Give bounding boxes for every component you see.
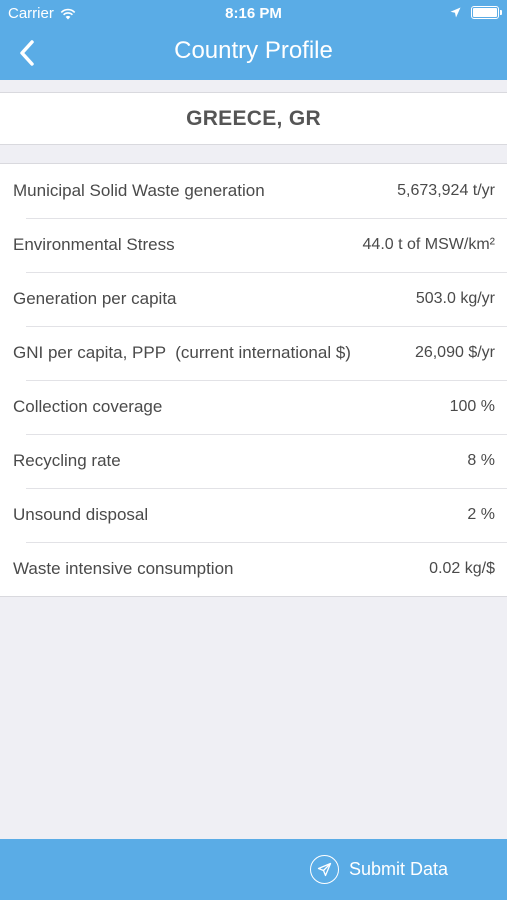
metric-row-environmental-stress: Environmental Stress 44.0 t of MSW/km²: [0, 218, 507, 272]
metric-value: 0.02 kg/$: [429, 560, 495, 577]
page-title: Country Profile: [174, 37, 333, 64]
metric-label: Recycling rate: [13, 451, 121, 470]
country-name: GREECE, GR: [186, 106, 321, 130]
metric-value: 503.0 kg/yr: [415, 290, 495, 307]
battery-icon: [471, 6, 502, 19]
metrics-table: Municipal Solid Waste generation 5,673,9…: [0, 163, 507, 597]
metric-row-unsound-disposal: Unsound disposal 2 %: [0, 488, 507, 542]
status-right-icons: [450, 6, 502, 19]
country-header: GREECE, GR: [0, 92, 507, 145]
location-arrow-icon: [450, 7, 461, 18]
metric-value: 2 %: [467, 506, 495, 523]
screen: Carrier 8:16 PM Country Profile GREECE, …: [0, 0, 507, 900]
metric-value: 5,673,924 t/yr: [397, 182, 495, 199]
submit-data-button[interactable]: Submit Data: [310, 854, 448, 885]
metric-row-msw-generation: Municipal Solid Waste generation 5,673,9…: [0, 164, 507, 218]
metric-label: Municipal Solid Waste generation: [13, 181, 265, 200]
metric-value: 44.0 t of MSW/km²: [362, 236, 495, 253]
metric-row-recycling-rate: Recycling rate 8 %: [0, 434, 507, 488]
submit-data-label: Submit Data: [349, 859, 449, 879]
top-bar: Carrier 8:16 PM Country Profile: [0, 0, 507, 80]
bottom-toolbar: Submit Data: [0, 839, 507, 900]
metric-label: Environmental Stress: [13, 235, 175, 254]
metric-label: Unsound disposal: [13, 505, 149, 524]
metric-row-gni-per-capita: GNI per capita, PPP (current internation…: [0, 326, 507, 380]
paper-plane-icon: [310, 855, 339, 884]
metric-label: Generation per capita: [13, 289, 177, 308]
metric-value: 26,090 $/yr: [414, 344, 495, 361]
metric-label: Waste intensive consumption: [13, 559, 234, 578]
metric-row-collection-coverage: Collection coverage 100 %: [0, 380, 507, 434]
metric-value: 8 %: [467, 452, 495, 469]
nav-bar: Country Profile: [0, 28, 507, 80]
metric-label: GNI per capita, PPP (current internation…: [13, 343, 351, 362]
metric-label: Collection coverage: [13, 397, 163, 416]
status-bar: Carrier 8:16 PM: [0, 0, 507, 28]
metric-row-waste-intensive-consumption: Waste intensive consumption 0.02 kg/$: [0, 542, 507, 596]
metric-row-generation-per-capita: Generation per capita 503.0 kg/yr: [0, 272, 507, 326]
clock: 8:16 PM: [225, 5, 282, 22]
metric-value: 100 %: [449, 398, 495, 415]
